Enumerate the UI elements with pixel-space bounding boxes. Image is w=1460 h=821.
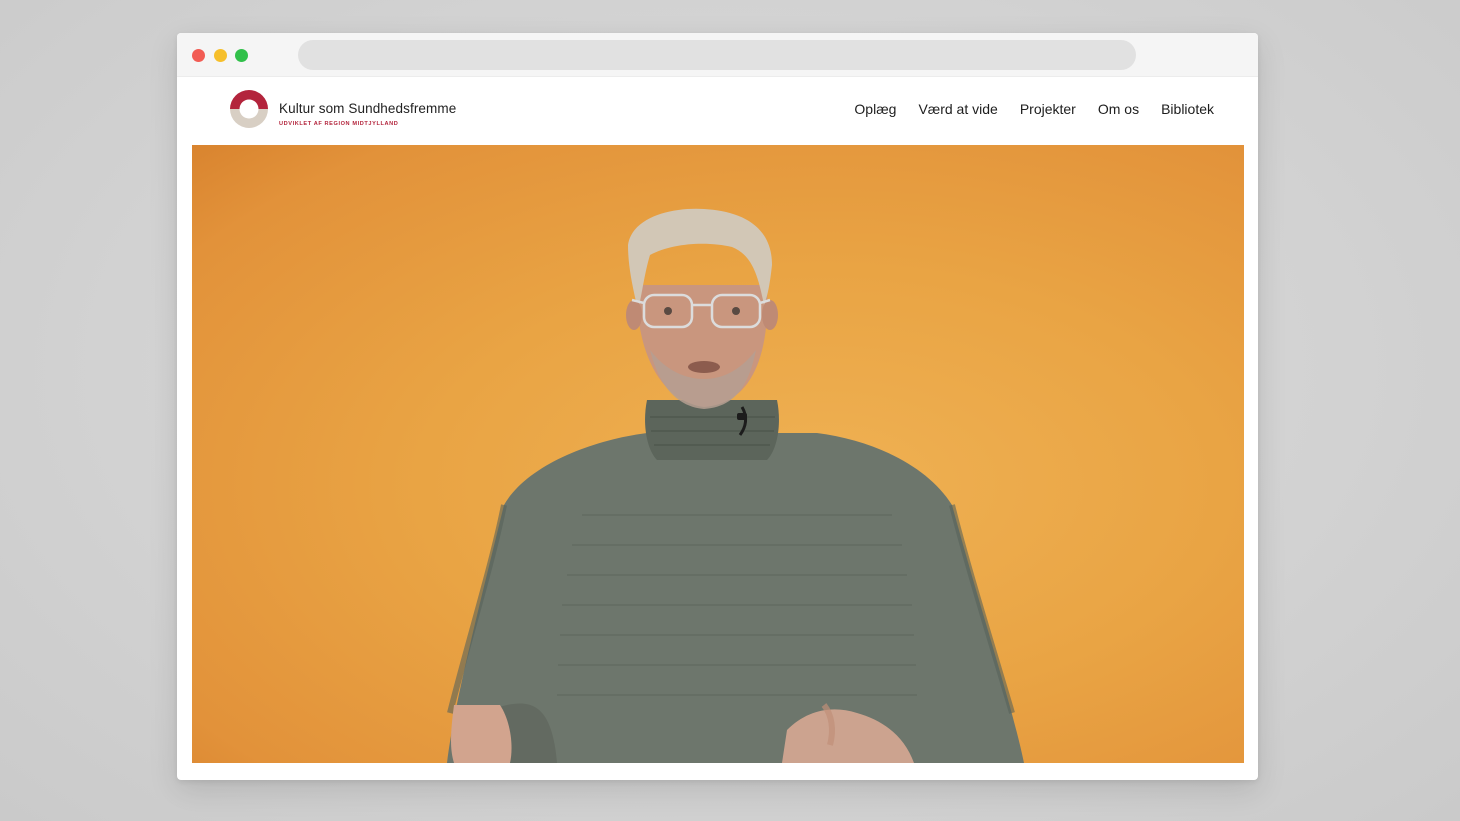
logo-ring-icon [230, 90, 268, 128]
site-header: Kultur som Sundhedsfremme UDVIKLET AF RE… [177, 77, 1258, 145]
browser-titlebar [177, 33, 1258, 77]
nav-item-projekter[interactable]: Projekter [1020, 101, 1076, 117]
desktop-background: Kultur som Sundhedsfremme UDVIKLET AF RE… [0, 0, 1460, 821]
nav-item-om-os[interactable]: Om os [1098, 101, 1139, 117]
brand-subtitle: UDVIKLET AF REGION MIDTJYLLAND [279, 121, 399, 127]
maximize-button[interactable] [235, 49, 248, 62]
address-bar[interactable] [298, 40, 1136, 70]
nav-item-oplaeg[interactable]: Oplæg [854, 101, 896, 117]
brand-title: Kultur som Sundhedsfremme [279, 101, 457, 116]
presenter-image [447, 208, 1024, 763]
minimize-button[interactable] [214, 49, 227, 62]
nav-item-bibliotek[interactable]: Bibliotek [1161, 101, 1214, 117]
hero-video[interactable] [192, 145, 1244, 763]
close-button[interactable] [192, 49, 205, 62]
browser-window: Kultur som Sundhedsfremme UDVIKLET AF RE… [177, 33, 1258, 780]
nav-item-vaerd-at-vide[interactable]: Værd at vide [918, 101, 997, 117]
main-nav: Oplæg Værd at vide Projekter Om os Bibli… [854, 101, 1214, 117]
